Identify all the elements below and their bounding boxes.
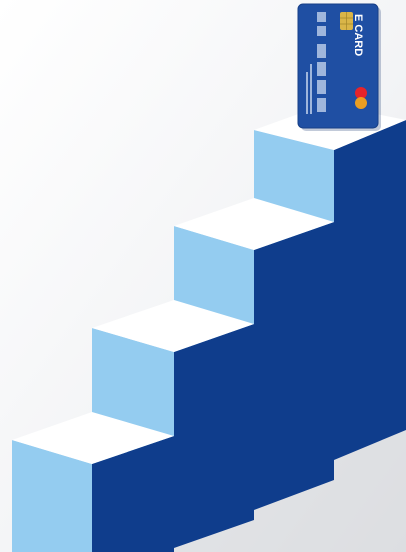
card-stripe-2 (317, 26, 326, 36)
chip-icon (340, 12, 353, 30)
card-stripe-1 (317, 12, 326, 22)
card-line-1 (306, 72, 308, 114)
step-3-front (254, 222, 334, 510)
credit-card: E CARD (297, 3, 381, 131)
card-stripe-6 (317, 98, 326, 112)
card-stripe-3 (317, 44, 326, 58)
card-stripe-4 (317, 62, 326, 76)
card-label: E CARD (352, 14, 364, 56)
step-1 (12, 412, 174, 552)
step-2-front (174, 324, 254, 548)
illustration: E CARD (0, 0, 406, 552)
card-stripe-5 (317, 80, 326, 94)
card-line-2 (310, 64, 312, 114)
step-4-front (334, 120, 406, 460)
